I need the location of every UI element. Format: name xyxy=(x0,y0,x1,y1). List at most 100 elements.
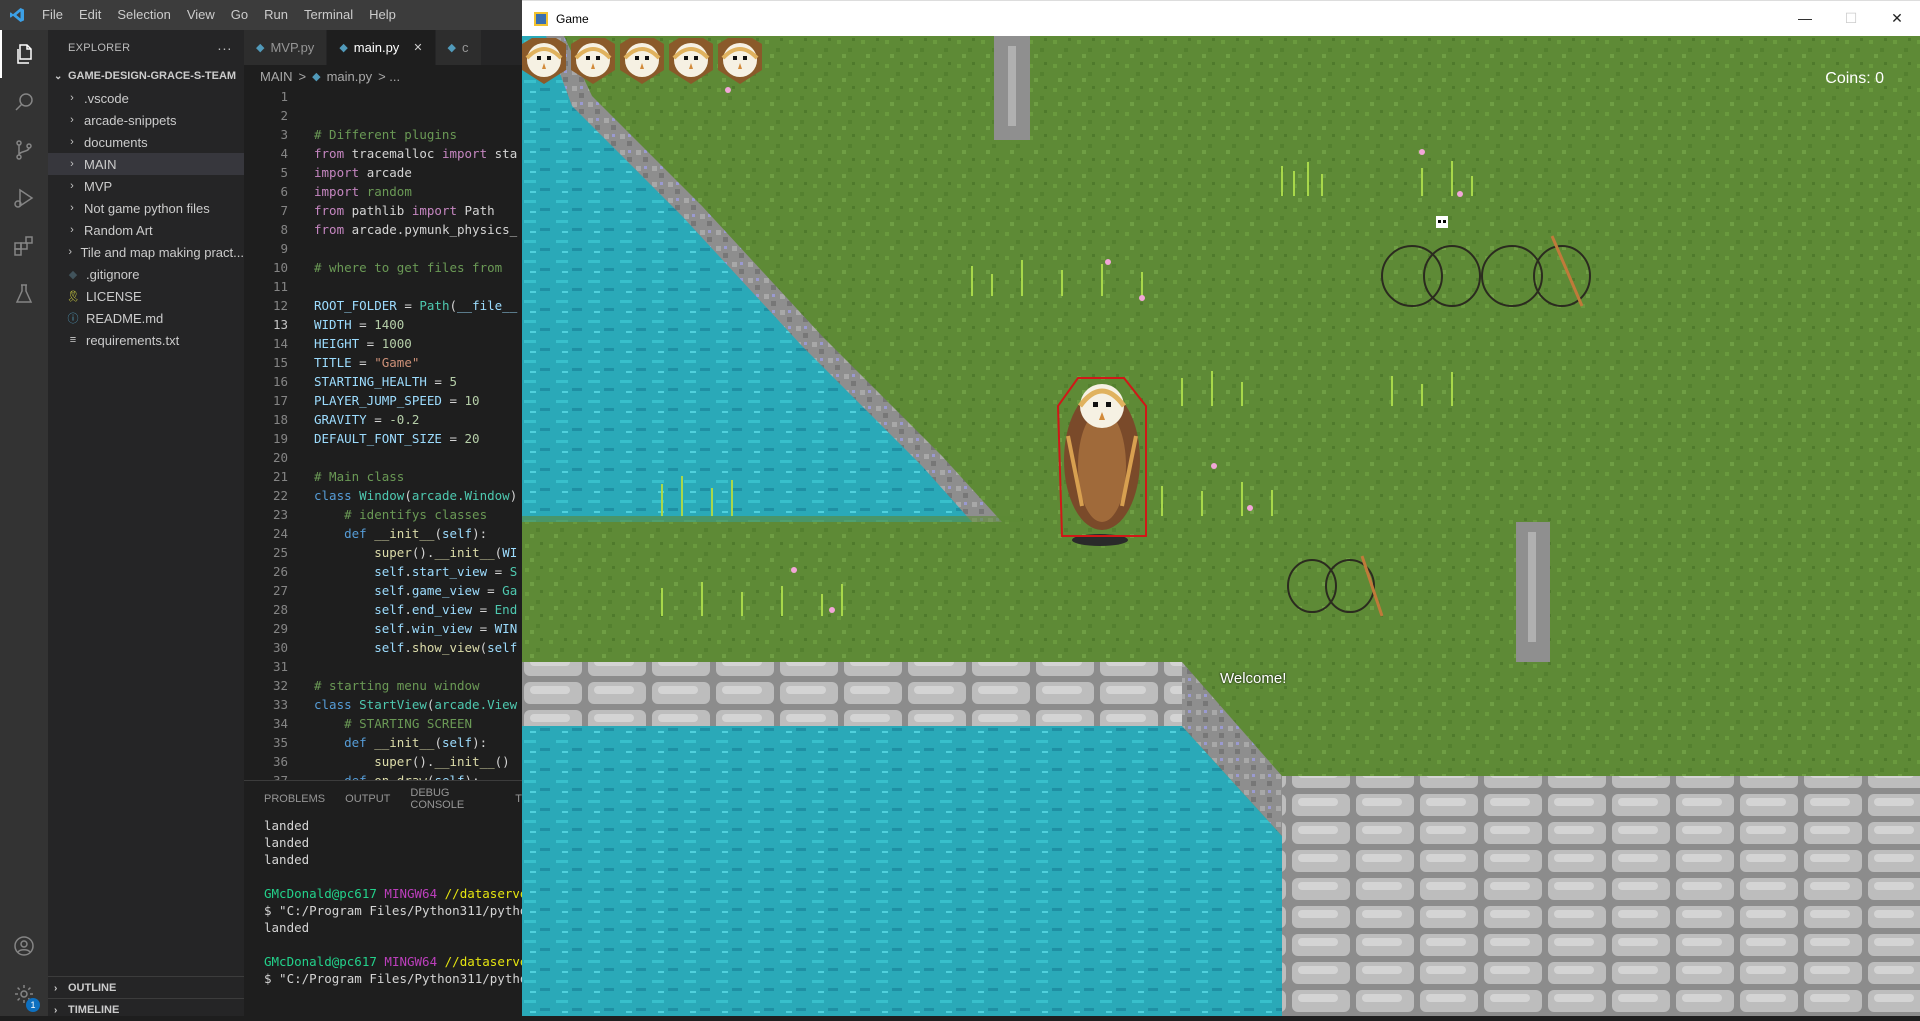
panel-tab[interactable]: PROBLEMS xyxy=(264,793,325,805)
source-control-icon[interactable] xyxy=(0,126,48,174)
code-token: win_view xyxy=(411,621,473,636)
testing-icon[interactable] xyxy=(0,270,48,318)
code-token: = xyxy=(441,431,465,446)
code-line: 28 self.end_view = End xyxy=(244,600,522,619)
run-debug-icon[interactable] xyxy=(0,174,48,222)
folder-label: Not game python files xyxy=(84,200,210,216)
code-text: import arcade xyxy=(288,163,412,182)
code-token: Ga xyxy=(502,583,518,598)
line-number: 10 xyxy=(272,260,288,275)
code-token: show_view xyxy=(411,640,480,655)
folder-item[interactable]: › Not game python files xyxy=(48,197,244,219)
code-text: super().__init__(WI xyxy=(288,543,517,562)
code-editor[interactable]: 1 2 3 # Different plugins 4 from tracemalloc … xyxy=(244,87,522,810)
menu-item-view[interactable]: View xyxy=(179,0,223,30)
code-token: ): xyxy=(472,735,488,750)
code-token: self xyxy=(441,526,473,541)
python-icon: ◆ xyxy=(339,42,348,54)
tab-c[interactable]: ◆ c xyxy=(435,30,482,65)
menu-item-edit[interactable]: Edit xyxy=(71,0,109,30)
code-token: = xyxy=(359,336,382,351)
code-line: 8 from arcade.pymunk_physics_ xyxy=(244,220,522,239)
minimize-button[interactable]: — xyxy=(1782,10,1828,27)
timeline-section[interactable]: › TIMELINE xyxy=(48,998,244,1021)
file-type-icon: ≡ xyxy=(69,334,77,346)
panel-tab[interactable]: DEBUG CONSOLE xyxy=(410,787,495,811)
folder-item[interactable]: › MAIN xyxy=(48,153,244,175)
close-icon[interactable]: ✕ xyxy=(413,41,422,54)
line-number: 9 xyxy=(280,241,288,256)
menu-item-selection[interactable]: Selection xyxy=(109,0,178,30)
workspace-root[interactable]: ⌄ GAME-DESIGN-GRACE-S-TEAM xyxy=(48,65,244,87)
line-number: 14 xyxy=(272,336,288,351)
code-text: def __init__(self): xyxy=(288,524,487,543)
file-item[interactable]: ⓘ README.md xyxy=(48,307,244,329)
tab-MVP-py[interactable]: ◆ MVP.py xyxy=(244,30,328,65)
maximize-button[interactable]: ☐ xyxy=(1828,10,1874,27)
outline-section[interactable]: › OUTLINE xyxy=(48,976,244,999)
welcome-message: Welcome! xyxy=(1220,670,1287,687)
tab-main-py[interactable]: ◆ main.py ✕ xyxy=(327,30,436,65)
terminal-output[interactable]: landed landed landed GMcDonald@pc617 MINGW6… xyxy=(244,817,522,987)
stone-wall xyxy=(522,662,1182,732)
folder-label: Random Art xyxy=(84,222,153,238)
code-token: 20 xyxy=(464,431,480,446)
code-token: (). xyxy=(411,545,435,560)
line-number: 29 xyxy=(272,621,288,636)
file-item[interactable]: 🎗 LICENSE xyxy=(48,285,244,307)
code-token: . xyxy=(404,621,412,636)
editor-tabs: ◆ MVP.py ◆ main.py ✕ ◆ c xyxy=(244,30,522,65)
settings-gear-icon[interactable]: 1 xyxy=(0,970,48,1018)
code-token: "Game" xyxy=(374,355,420,370)
file-item[interactable]: ≡ requirements.txt xyxy=(48,329,244,351)
chevron-right-icon: › xyxy=(68,246,73,258)
search-icon[interactable] xyxy=(0,78,48,126)
extensions-icon[interactable] xyxy=(0,222,48,270)
terminal-token: landed xyxy=(264,852,310,867)
code-token: 1000 xyxy=(381,336,412,351)
terminal-token: //dataserver2 xyxy=(444,886,522,901)
folder-label: Tile and map making pract... xyxy=(80,244,244,260)
code-token: start_view xyxy=(411,564,488,579)
coins-counter: Coins: 0 xyxy=(1825,70,1884,87)
menu-item-help[interactable]: Help xyxy=(361,0,404,30)
close-button[interactable]: ✕ xyxy=(1874,10,1920,27)
terminal-token: landed xyxy=(264,818,310,833)
folder-item[interactable]: › .vscode xyxy=(48,87,244,109)
more-actions-icon[interactable]: ··· xyxy=(217,40,232,56)
workspace-root-label: GAME-DESIGN-GRACE-S-TEAM xyxy=(68,70,237,82)
code-token: DEFAULT_FONT_SIZE xyxy=(314,431,442,446)
game-canvas[interactable]: Coins: 0 Welcome! xyxy=(522,36,1920,1016)
folder-item[interactable]: › MVP xyxy=(48,175,244,197)
line-number: 30 xyxy=(272,640,288,655)
menu-item-run[interactable]: Run xyxy=(256,0,296,30)
code-token: . xyxy=(404,602,412,617)
breadcrumb-file[interactable]: main.py xyxy=(327,69,373,84)
breadcrumb-folder[interactable]: MAIN xyxy=(260,69,293,84)
panel-tab[interactable]: T xyxy=(515,793,522,805)
files-icon[interactable] xyxy=(0,30,48,78)
menu-item-terminal[interactable]: Terminal xyxy=(296,0,361,30)
code-token: from xyxy=(314,203,352,218)
code-text: from tracemalloc import sta xyxy=(288,144,517,163)
code-token: # where to get files from xyxy=(314,260,503,275)
folder-item[interactable]: › documents xyxy=(48,131,244,153)
line-number: 35 xyxy=(272,735,288,750)
account-icon[interactable] xyxy=(0,922,48,970)
code-token: import xyxy=(314,165,367,180)
menu-item-file[interactable]: File xyxy=(34,0,71,30)
breadcrumb-separator: > xyxy=(298,68,307,84)
terminal-line: GMcDonald@pc617 MINGW64 //dataserver2 xyxy=(264,953,522,970)
code-text: HEIGHT = 1000 xyxy=(288,334,412,353)
chevron-right-icon: › xyxy=(70,136,74,148)
folder-item[interactable]: › Random Art xyxy=(48,219,244,241)
panel-tab[interactable]: OUTPUT xyxy=(345,793,390,805)
menu-item-go[interactable]: Go xyxy=(223,0,256,30)
activity-bar: 1 xyxy=(0,30,48,1016)
folder-item[interactable]: › Tile and map making pract... xyxy=(48,241,244,263)
code-token: import xyxy=(441,146,495,161)
folder-item[interactable]: › arcade-snippets xyxy=(48,109,244,131)
file-label: requirements.txt xyxy=(86,332,180,348)
line-number: 6 xyxy=(280,184,288,199)
file-item[interactable]: ◆ .gitignore xyxy=(48,263,244,285)
